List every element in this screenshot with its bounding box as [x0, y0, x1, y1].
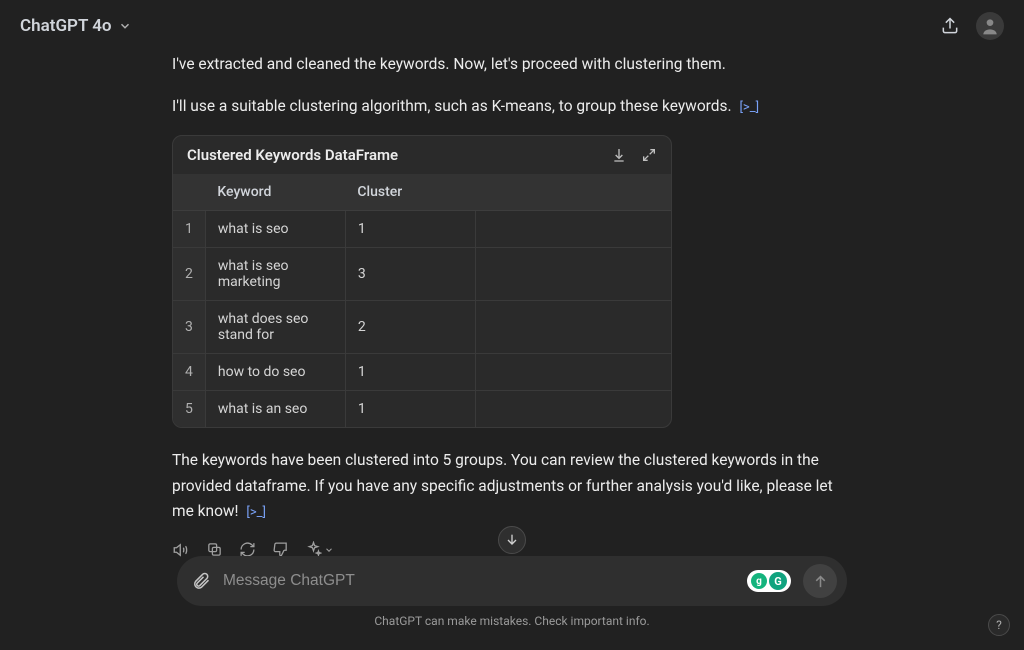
share-icon[interactable]: [940, 16, 960, 36]
code-reference-link[interactable]: [>_]: [739, 100, 759, 115]
main-content: I've extracted and cleaned the keywords.…: [152, 52, 872, 559]
scroll-to-bottom-button[interactable]: [498, 526, 526, 554]
assistant-text: I've extracted and cleaned the keywords.…: [172, 52, 852, 78]
col-cluster: Cluster: [345, 174, 475, 211]
dataframe-table: Keyword Cluster 1 what is seo 1 2 what i…: [173, 174, 671, 427]
header: ChatGPT 4o: [0, 0, 1024, 52]
assistant-text: The keywords have been clustered into 5 …: [172, 448, 852, 525]
attach-icon[interactable]: [191, 571, 211, 591]
code-reference-link[interactable]: [>_]: [246, 505, 266, 520]
model-selector[interactable]: ChatGPT 4o: [20, 16, 132, 36]
message-input[interactable]: [223, 572, 735, 590]
help-button[interactable]: ?: [988, 614, 1010, 636]
composer: g G ChatGPT can make mistakes. Check imp…: [0, 556, 1024, 628]
send-button[interactable]: [803, 564, 837, 598]
table-row: 4 how to do seo 1: [173, 354, 671, 391]
download-icon[interactable]: [611, 147, 627, 163]
table-row: 2 what is seo marketing 3: [173, 248, 671, 301]
assistant-text: I'll use a suitable clustering algorithm…: [172, 94, 852, 120]
dataframe-actions: [611, 147, 657, 163]
dataframe-card: Clustered Keywords DataFrame Keyword Clu…: [172, 135, 672, 428]
avatar[interactable]: [976, 12, 1004, 40]
grammarly-badge[interactable]: g G: [747, 570, 791, 592]
col-empty: [475, 174, 671, 211]
col-index: [173, 174, 205, 211]
header-right: [940, 12, 1004, 40]
disclaimer: ChatGPT can make mistakes. Check importa…: [374, 614, 649, 628]
table-row: 3 what does seo stand for 2: [173, 301, 671, 354]
chevron-down-icon: [118, 19, 132, 33]
col-keyword: Keyword: [205, 174, 345, 211]
table-row: 5 what is an seo 1: [173, 391, 671, 428]
input-bar: g G: [177, 556, 847, 606]
dataframe-title: Clustered Keywords DataFrame: [187, 146, 398, 164]
expand-icon[interactable]: [641, 147, 657, 163]
table-row: 1 what is seo 1: [173, 211, 671, 248]
dataframe-header: Clustered Keywords DataFrame: [173, 136, 671, 174]
model-name: ChatGPT 4o: [20, 16, 112, 36]
